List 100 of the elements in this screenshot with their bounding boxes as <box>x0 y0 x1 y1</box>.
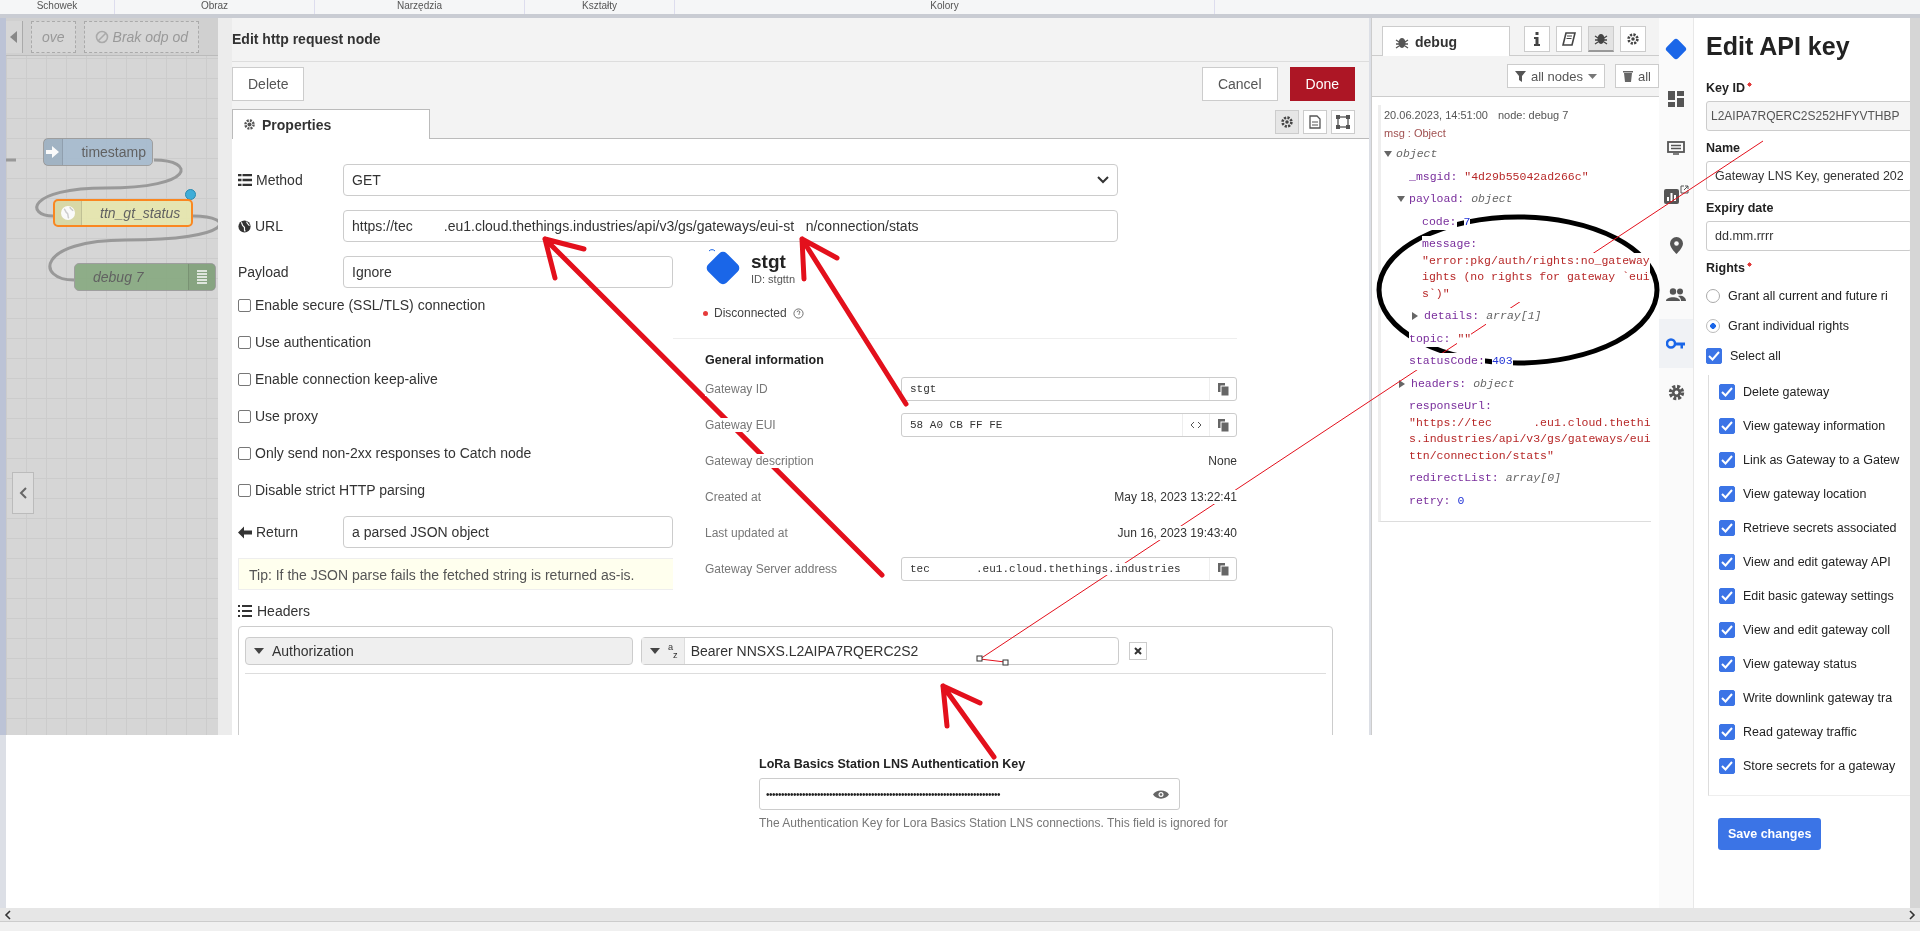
checkbox[interactable] <box>238 483 251 497</box>
message-time: 20.06.2023, 14:51:00 <box>1384 109 1488 121</box>
tree-key: statusCode: <box>1409 353 1485 370</box>
checkbox-label: View gateway status <box>1743 657 1857 671</box>
close-icon <box>1134 647 1142 655</box>
ribbon-group-label: Obraz <box>115 0 315 14</box>
scroll-right-icon[interactable] <box>1908 909 1916 920</box>
return-label: Return <box>238 524 343 540</box>
dialog-button[interactable]: Delete <box>232 67 305 101</box>
remove-button[interactable] <box>1129 642 1147 660</box>
caret-icon <box>1588 73 1597 79</box>
caret-icon[interactable] <box>1412 312 1418 320</box>
section-title: General information <box>705 353 825 367</box>
sidebar-tab-button[interactable] <box>1588 25 1614 52</box>
checkbox[interactable] <box>238 372 251 386</box>
checkbox[interactable] <box>1719 486 1735 502</box>
scroll-left-icon[interactable] <box>4 909 12 920</box>
gear-icon <box>243 118 256 131</box>
checkbox-label: Enable connection keep-alive <box>255 371 438 387</box>
chevron-down-icon <box>1097 176 1109 184</box>
payload-dropdown[interactable]: Ignore <box>343 256 673 288</box>
url-input[interactable]: https://tec .eu1.cloud.thethings.industries/api/v3/gs/gateways/eui-st n/connection/stats <box>343 210 1118 242</box>
checkbox-label: View gateway information <box>1743 419 1886 433</box>
sidebar-nav-item[interactable] <box>1659 319 1693 368</box>
checkbox[interactable] <box>1706 348 1722 364</box>
dialog-button[interactable]: Done <box>1289 67 1355 101</box>
tree-value: "error:pkg/auth/rights:no_gateway <box>1422 252 1650 269</box>
gear-icon <box>1626 31 1640 46</box>
ribbon-group-label: Kształty <box>525 0 675 14</box>
field-label: Name <box>1706 141 1741 155</box>
checkbox-label: Enable secure (SSL/TLS) connection <box>255 297 486 313</box>
checkbox[interactable] <box>1719 622 1735 638</box>
checkbox-label: Use authentication <box>255 334 371 350</box>
checkbox[interactable] <box>1719 690 1735 706</box>
horizontal-scrollbar[interactable] <box>0 908 1920 921</box>
properties-tab[interactable]: Properties <box>232 109 430 139</box>
description-tab-button[interactable] <box>1303 110 1327 134</box>
caret-icon[interactable] <box>1399 379 1405 388</box>
help-icon[interactable] <box>792 307 804 319</box>
key-icon <box>1666 338 1686 349</box>
frame-icon <box>1336 115 1350 129</box>
checkbox[interactable] <box>1719 724 1735 740</box>
method-dropdown[interactable]: GET <box>343 164 1118 196</box>
return-dropdown[interactable]: a parsed JSON object <box>343 516 673 548</box>
node-label: debug 7 <box>92 269 145 285</box>
password-field[interactable]: •••••••••••••••••••••••••••••••••••••••••••••••••••••••••••••••••••••••••••••• <box>759 778 1180 810</box>
header-name-dropdown[interactable]: Authorization <box>245 637 633 665</box>
radio-label: Grant individual rights <box>1728 319 1849 333</box>
sidebar-tab-button[interactable] <box>1556 25 1582 52</box>
appearance-tab-button[interactable] <box>1331 110 1355 134</box>
checkbox[interactable] <box>238 298 251 312</box>
dashboard-icon <box>1668 90 1684 107</box>
debug-tab[interactable]: debug <box>1382 26 1510 56</box>
arrow-left-icon <box>238 525 252 539</box>
clear-button[interactable]: all <box>1615 64 1659 88</box>
page-title: Edit API key <box>1706 32 1851 61</box>
checkbox[interactable] <box>1719 554 1735 570</box>
checkbox[interactable] <box>1719 452 1735 468</box>
settings-tab-button[interactable] <box>1275 110 1299 134</box>
node-label: timestamp <box>80 144 147 160</box>
headers-label: Headers <box>238 600 1369 622</box>
checkbox[interactable] <box>1719 656 1735 672</box>
field-label: Expiry date <box>1706 201 1774 215</box>
eye-icon[interactable] <box>1153 788 1169 800</box>
url-label: URL <box>238 218 343 234</box>
date-input[interactable]: dd.mm.rrrr <box>1706 221 1910 251</box>
property-label: Last updated at <box>705 526 788 540</box>
radio-button[interactable] <box>1706 319 1720 333</box>
sidebar-tab-button[interactable] <box>1620 25 1646 52</box>
document-icon <box>1309 115 1321 129</box>
checkbox[interactable] <box>238 409 251 423</box>
sidebar-tab-button[interactable] <box>1524 25 1550 52</box>
checkbox[interactable] <box>238 335 251 349</box>
ribbon-group-label: Narzędzia <box>315 0 525 14</box>
checkbox[interactable] <box>1719 520 1735 536</box>
dialog-title: Edit http request node <box>232 18 1369 62</box>
scroll-left-button[interactable] <box>6 20 23 53</box>
checkbox-label: Store secrets for a gateway <box>1743 759 1896 773</box>
checkbox[interactable] <box>1719 588 1735 604</box>
tree-value: ights (no rights for gateway `eui <box>1422 269 1650 286</box>
gateway-id: ID: stgttn <box>751 273 796 285</box>
collapse-button[interactable] <box>12 472 34 514</box>
checkbox-label: Retrieve secrets associated <box>1743 521 1897 535</box>
checkbox[interactable] <box>238 446 251 460</box>
checkbox[interactable] <box>1719 758 1735 774</box>
checkbox-label: View and edit gateway API <box>1743 555 1891 569</box>
checkbox-label: Edit basic gateway settings <box>1743 589 1894 603</box>
list-icon <box>238 605 252 617</box>
message-source: node: debug 7 <box>1498 109 1569 121</box>
people-icon <box>1666 288 1686 301</box>
checkbox[interactable] <box>1719 418 1735 434</box>
info-icon <box>1534 31 1540 46</box>
save-button[interactable]: Save changes <box>1718 818 1822 850</box>
name-input[interactable]: Gateway LNS Key, generated 202 <box>1706 161 1910 191</box>
filter-dropdown[interactable]: all nodes <box>1506 64 1605 88</box>
caret-icon <box>254 648 264 654</box>
flow-node[interactable]: ttn_gt_status <box>53 199 193 227</box>
key-id-input[interactable]: L2AIPA7RQERC2S252HFYVTHBP <box>1706 101 1910 131</box>
dialog-button[interactable]: Cancel <box>1201 67 1278 101</box>
checkbox[interactable] <box>1719 384 1735 400</box>
